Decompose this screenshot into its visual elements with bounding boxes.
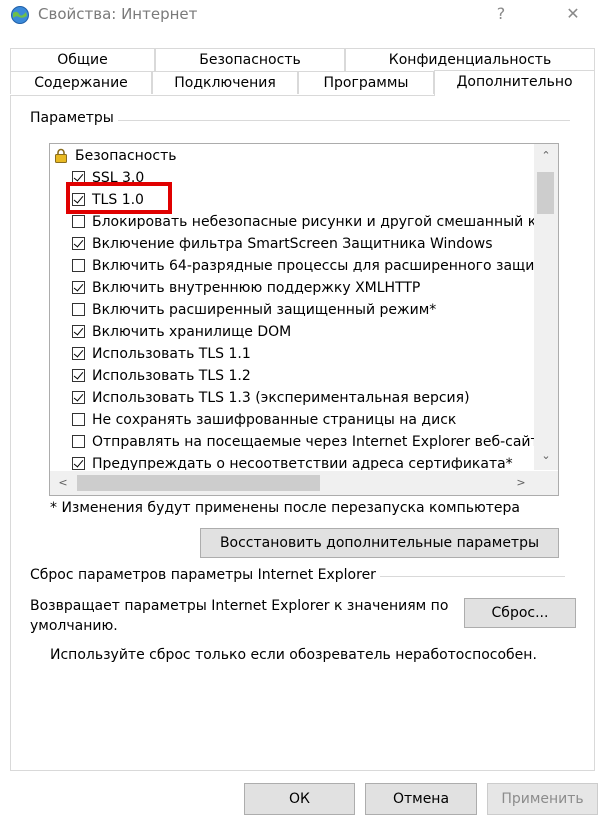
tab-security[interactable]: Безопасность <box>155 48 345 71</box>
restart-note: * Изменения будут применены после переза… <box>50 500 521 516</box>
category-label: Безопасность <box>75 148 177 164</box>
setting-label: Использовать TLS 1.1 <box>92 346 251 362</box>
setting-checkbox[interactable] <box>72 281 85 294</box>
setting-label: Использовать TLS 1.2 <box>92 368 251 384</box>
setting-checkbox[interactable] <box>72 391 85 404</box>
setting-label: Включить 64-разрядные процессы для расши… <box>92 258 534 274</box>
tab-general[interactable]: Общие <box>10 48 155 71</box>
reset-group-label: Сброс параметров параметры Internet Expl… <box>30 567 380 583</box>
setting-checkbox[interactable] <box>72 413 85 426</box>
vertical-scroll-thumb[interactable] <box>537 172 554 214</box>
setting-checkbox[interactable] <box>72 237 85 250</box>
setting-label: Включить хранилище DOM <box>92 324 292 340</box>
tab-content[interactable]: Содержание <box>10 71 152 94</box>
setting-label: Включение фильтра SmartScreen Защитника … <box>92 236 493 252</box>
setting-checkbox[interactable] <box>72 259 85 272</box>
window-title: Свойства: Интернет <box>38 5 198 23</box>
scroll-left-arrow-icon[interactable]: < <box>52 471 74 495</box>
scroll-down-arrow-icon[interactable]: ⌄ <box>534 446 558 466</box>
title-bar: Свойства: Интернет ? ✕ <box>0 0 605 30</box>
setting-label: Отправлять на посещаемые через Internet … <box>92 434 534 450</box>
settings-group-label: Параметры <box>30 110 118 126</box>
tab-programs[interactable]: Программы <box>298 71 434 94</box>
setting-label: Предупреждать о несоответствии адреса се… <box>92 456 513 470</box>
scroll-up-arrow-icon[interactable]: ⌃ <box>534 146 558 166</box>
scrollbar-corner <box>534 471 558 495</box>
horizontal-scroll-thumb[interactable] <box>77 475 320 491</box>
internet-options-icon <box>11 6 29 24</box>
tab-advanced[interactable]: Дополнительно <box>434 70 595 96</box>
tls10-highlight-box <box>66 182 172 214</box>
apply-button[interactable]: Применить <box>487 783 598 815</box>
scroll-right-arrow-icon[interactable]: > <box>510 471 532 495</box>
reset-button[interactable]: Сброс... <box>464 598 576 628</box>
setting-checkbox[interactable] <box>72 215 85 228</box>
ok-button[interactable]: ОК <box>244 783 355 815</box>
setting-checkbox[interactable] <box>72 369 85 382</box>
horizontal-scrollbar[interactable]: < > <box>50 471 558 495</box>
setting-label: Включить расширенный защищенный режим* <box>92 302 437 318</box>
setting-checkbox[interactable] <box>72 325 85 338</box>
vertical-scrollbar[interactable]: ⌃ ⌄ <box>534 144 558 470</box>
cancel-button[interactable]: Отмена <box>365 783 477 815</box>
lock-icon <box>55 148 67 163</box>
help-button[interactable]: ? <box>486 1 516 27</box>
setting-label: Не сохранять зашифрованные страницы на д… <box>92 412 457 428</box>
reset-description-line1: Возвращает параметры Internet Explorer к… <box>30 598 449 614</box>
setting-label: Использовать TLS 1.3 (экспериментальная … <box>92 390 470 406</box>
setting-checkbox[interactable] <box>72 347 85 360</box>
close-button[interactable]: ✕ <box>556 1 590 27</box>
restore-advanced-button[interactable]: Восстановить дополнительные параметры <box>200 528 559 558</box>
tab-connections[interactable]: Подключения <box>152 71 298 94</box>
setting-checkbox[interactable] <box>72 303 85 316</box>
setting-label: Включить внутреннюю поддержку XMLHTTP <box>92 280 421 296</box>
setting-checkbox[interactable] <box>72 435 85 448</box>
reset-description-line2: умолчанию. <box>30 618 118 634</box>
reset-warning: Используйте сброс только если обозревате… <box>50 647 537 663</box>
tab-privacy[interactable]: Конфиденциальность <box>345 48 595 71</box>
setting-checkbox[interactable] <box>72 457 85 470</box>
setting-label: Блокировать небезопасные рисунки и друго… <box>92 214 534 230</box>
